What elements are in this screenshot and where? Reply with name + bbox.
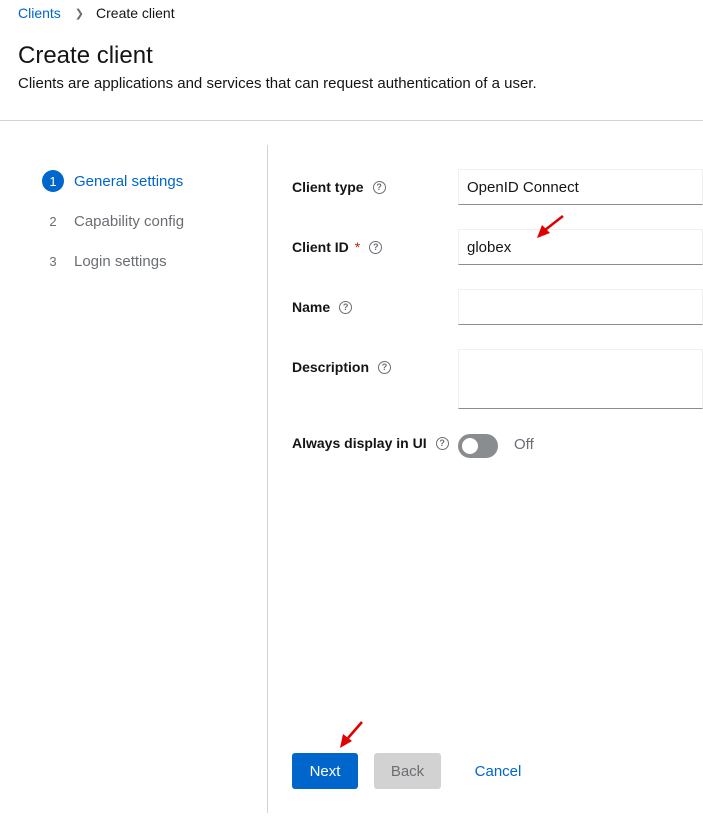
question-circle-icon[interactable]: ? bbox=[435, 436, 449, 450]
client-type-select[interactable]: OpenID Connect bbox=[458, 169, 703, 205]
client-id-label-text: Client ID bbox=[292, 239, 349, 255]
step-number: 1 bbox=[42, 170, 64, 192]
client-type-label: Client type ? bbox=[292, 179, 386, 195]
client-type-label-text: Client type bbox=[292, 179, 364, 195]
wizard-step-login-settings[interactable]: 3 Login settings bbox=[42, 250, 184, 272]
required-mark: * bbox=[354, 239, 361, 255]
step-number: 3 bbox=[49, 253, 57, 269]
question-circle-icon[interactable]: ? bbox=[339, 300, 353, 314]
breadcrumb-clients-link[interactable]: Clients bbox=[18, 5, 61, 21]
breadcrumb-current: Create client bbox=[96, 5, 175, 21]
page-title: Create client bbox=[18, 42, 153, 69]
name-input[interactable] bbox=[467, 298, 694, 316]
description-label: Description ? bbox=[292, 359, 392, 375]
always-display-toggle[interactable] bbox=[458, 434, 498, 458]
cancel-button[interactable]: Cancel bbox=[460, 753, 536, 789]
client-id-label: Client ID * ? bbox=[292, 239, 383, 255]
question-circle-icon[interactable]: ? bbox=[372, 180, 386, 194]
chevron-right-icon: ❯ bbox=[74, 7, 85, 20]
question-circle-icon[interactable]: ? bbox=[378, 360, 392, 374]
question-circle-icon[interactable]: ? bbox=[369, 240, 383, 254]
step-label: Login settings bbox=[74, 252, 167, 270]
name-field[interactable] bbox=[458, 289, 703, 325]
page-description: Clients are applications and services th… bbox=[18, 75, 537, 92]
always-display-label: Always display in UI ? bbox=[292, 435, 449, 451]
name-label-text: Name bbox=[292, 299, 331, 315]
wizard-step-capability-config[interactable]: 2 Capability config bbox=[42, 210, 184, 232]
nav-divider bbox=[267, 145, 268, 813]
always-display-state: Off bbox=[514, 436, 534, 453]
client-id-field[interactable] bbox=[458, 229, 703, 265]
wizard-nav: 1 General settings 2 Capability config 3… bbox=[42, 170, 184, 290]
wizard-step-general-settings[interactable]: 1 General settings bbox=[42, 170, 184, 192]
header-divider bbox=[0, 120, 703, 121]
description-field[interactable] bbox=[458, 349, 703, 409]
back-button[interactable]: Back bbox=[374, 753, 441, 789]
step-number: 2 bbox=[49, 213, 57, 229]
description-label-text: Description bbox=[292, 359, 370, 375]
description-textarea[interactable] bbox=[467, 350, 694, 408]
next-button[interactable]: Next bbox=[292, 753, 358, 789]
toggle-knob bbox=[462, 438, 478, 454]
client-id-input[interactable] bbox=[467, 238, 694, 256]
always-display-label-text: Always display in UI bbox=[292, 435, 427, 451]
client-type-value: OpenID Connect bbox=[467, 178, 579, 196]
breadcrumb: Clients ❯ Create client bbox=[18, 5, 175, 21]
red-arrow-icon bbox=[340, 721, 363, 748]
name-label: Name ? bbox=[292, 299, 353, 315]
step-label: General settings bbox=[74, 172, 184, 190]
step-label: Capability config bbox=[74, 212, 185, 230]
